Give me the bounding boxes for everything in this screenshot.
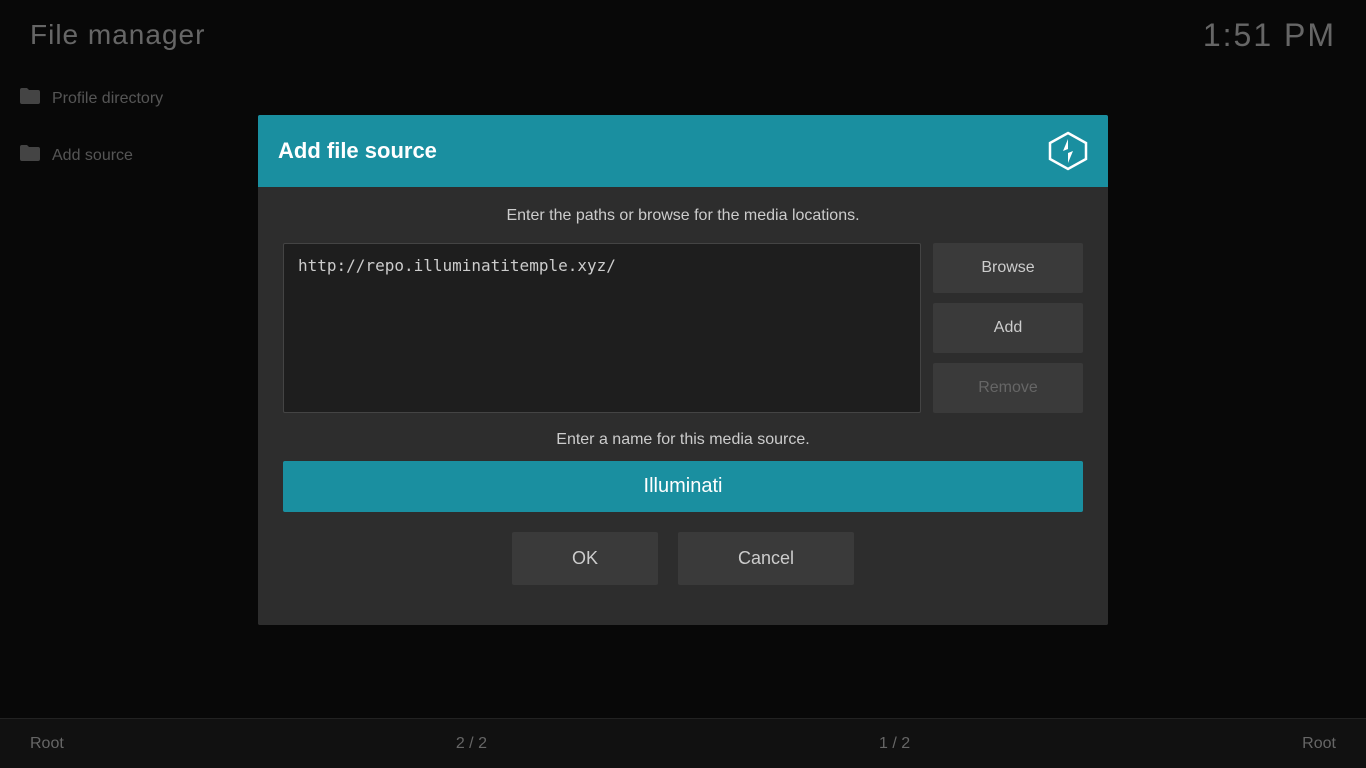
path-action-buttons: Browse Add Remove	[933, 243, 1083, 413]
path-area: Browse Add Remove	[283, 243, 1083, 413]
cancel-button[interactable]: Cancel	[678, 532, 854, 585]
browse-button[interactable]: Browse	[933, 243, 1083, 293]
footer-right-root: Root	[1302, 735, 1336, 753]
path-input[interactable]	[283, 243, 921, 413]
dialog-title: Add file source	[278, 138, 437, 164]
instruction-name: Enter a name for this media source.	[283, 431, 1083, 449]
footer-left-root: Root	[30, 735, 64, 753]
media-source-name-input[interactable]	[283, 461, 1083, 512]
footer-right-page: 1 / 2	[879, 735, 910, 753]
footer-bar: Root 2 / 2 1 / 2 Root	[0, 718, 1366, 768]
dialog-header: Add file source	[258, 115, 1108, 187]
ok-button[interactable]: OK	[512, 532, 658, 585]
add-button[interactable]: Add	[933, 303, 1083, 353]
add-file-source-dialog: Add file source Enter the paths or brows…	[258, 115, 1108, 625]
dialog-footer-buttons: OK Cancel	[283, 532, 1083, 605]
dialog-body: Enter the paths or browse for the media …	[258, 187, 1108, 625]
kodi-logo-icon	[1048, 131, 1088, 171]
instruction-paths: Enter the paths or browse for the media …	[283, 207, 1083, 225]
remove-button[interactable]: Remove	[933, 363, 1083, 413]
footer-left-page: 2 / 2	[456, 735, 487, 753]
